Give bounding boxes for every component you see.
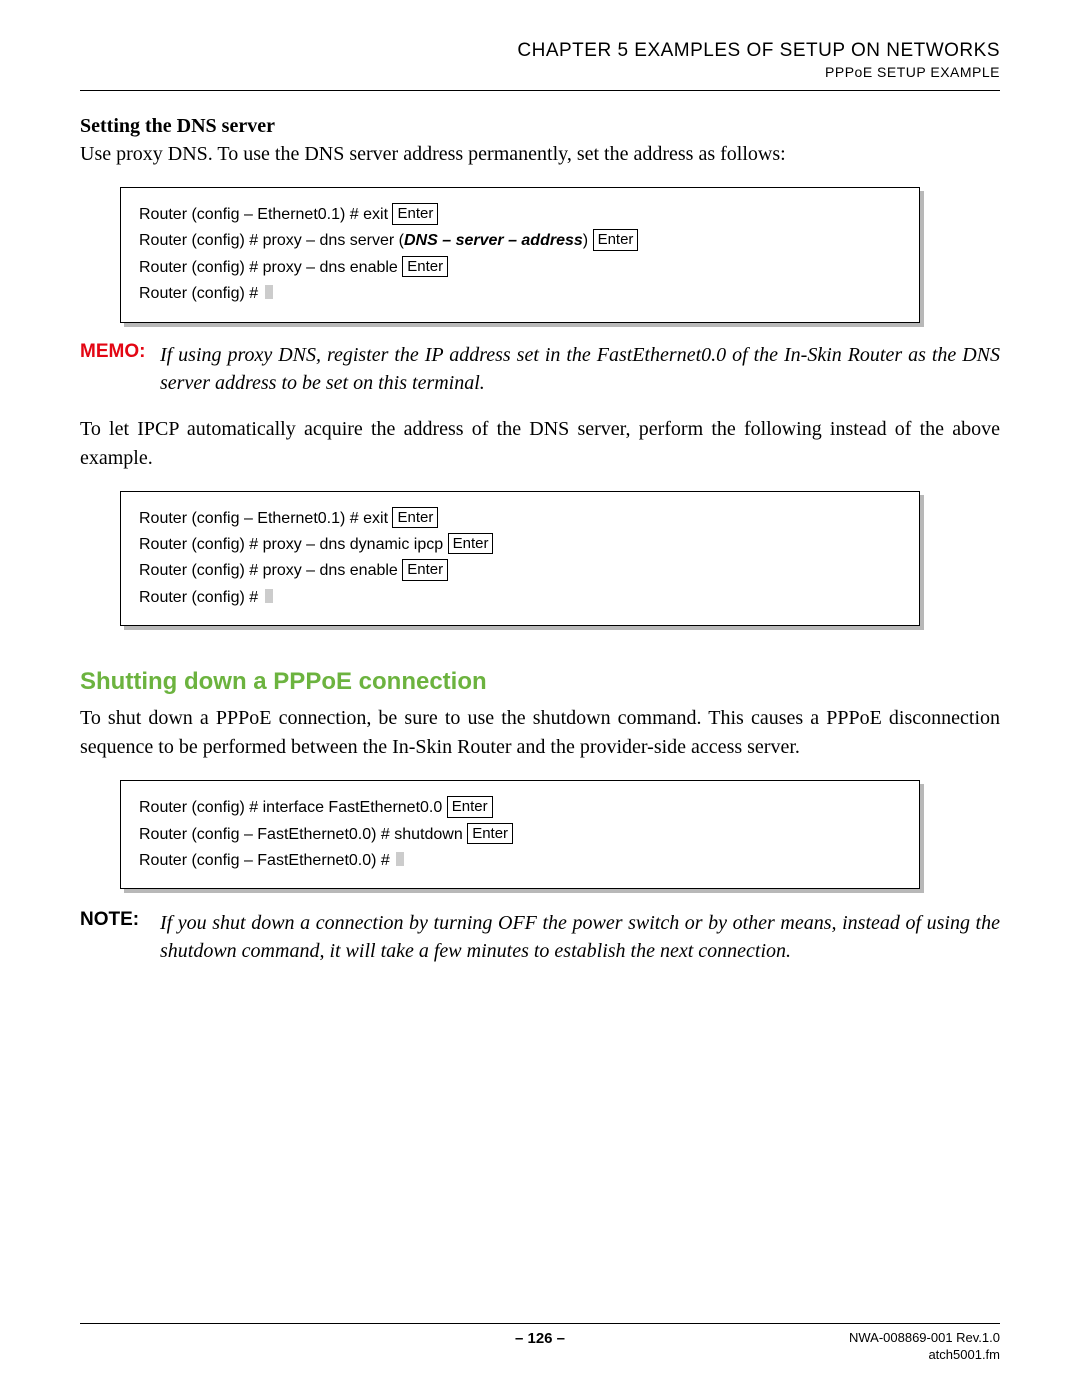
page-footer: – 126 – NWA-008869-001 Rev.1.0 atch5001.… (80, 1323, 1000, 1347)
chapter-title: CHAPTER 5 EXAMPLES OF SETUP ON NETWORKS (80, 40, 1000, 62)
code-content: Router (config) # interface FastEthernet… (120, 780, 920, 889)
code-text: Router (config) # proxy – dns dynamic ip… (139, 536, 448, 553)
cursor-icon (396, 852, 404, 866)
enter-key: Enter (593, 229, 639, 251)
paragraph-shutdown: To shut down a PPPoE connection, be sure… (80, 704, 1000, 762)
enter-key: Enter (402, 256, 448, 278)
doc-id: NWA-008869-001 Rev.1.0 (849, 1330, 1000, 1347)
enter-key: Enter (447, 796, 493, 818)
enter-key: Enter (448, 533, 494, 555)
code-text: Router (config) # interface FastEthernet… (139, 799, 447, 816)
code-block-1: Router (config – Ethernet0.1) # exit Ent… (120, 187, 920, 323)
code-line: Router (config) # proxy – dns enable Ent… (139, 558, 901, 584)
paragraph-ipcp: To let IPCP automatically acquire the ad… (80, 415, 1000, 473)
code-line: Router (config) # interface FastEthernet… (139, 795, 901, 821)
page-header: CHAPTER 5 EXAMPLES OF SETUP ON NETWORKS … (80, 40, 1000, 91)
code-param: DNS – server – address (404, 232, 583, 249)
code-text: Router (config – Ethernet0.1) # exit (139, 510, 392, 527)
page-number: – 126 – (515, 1330, 565, 1347)
code-line: Router (config) # proxy – dns enable Ent… (139, 255, 901, 281)
code-text: Router (config) # proxy – dns enable (139, 259, 402, 276)
section-heading-dns: Setting the DNS server (80, 115, 1000, 138)
code-text: Router (config) # proxy – dns server ( (139, 232, 404, 249)
enter-key: Enter (392, 507, 438, 529)
code-line: Router (config) # (139, 281, 901, 307)
footer-doc-info: NWA-008869-001 Rev.1.0 atch5001.fm (849, 1330, 1000, 1364)
code-line: Router (config) # proxy – dns server (DN… (139, 228, 901, 254)
code-line: Router (config – Ethernet0.1) # exit Ent… (139, 202, 901, 228)
code-block-2: Router (config – Ethernet0.1) # exit Ent… (120, 491, 920, 627)
code-line: Router (config) # proxy – dns dynamic ip… (139, 532, 901, 558)
code-line: Router (config – Ethernet0.1) # exit Ent… (139, 506, 901, 532)
note-block: NOTE: If you shut down a connection by t… (80, 909, 1000, 965)
memo-block: MEMO: If using proxy DNS, register the I… (80, 341, 1000, 397)
cursor-icon (265, 589, 273, 603)
code-text: Router (config) # (139, 285, 263, 302)
code-content: Router (config – Ethernet0.1) # exit Ent… (120, 491, 920, 627)
enter-key: Enter (402, 559, 448, 581)
section-intro-dns: Use proxy DNS. To use the DNS server add… (80, 140, 1000, 169)
note-label: NOTE: (80, 909, 160, 965)
code-text: Router (config – Ethernet0.1) # exit (139, 206, 392, 223)
code-content: Router (config – Ethernet0.1) # exit Ent… (120, 187, 920, 323)
memo-label: MEMO: (80, 341, 160, 397)
code-text: Router (config) # proxy – dns enable (139, 562, 402, 579)
code-line: Router (config – FastEthernet0.0) # shut… (139, 822, 901, 848)
code-text: Router (config) # (139, 589, 263, 606)
memo-text: If using proxy DNS, register the IP addr… (160, 341, 1000, 397)
section-heading-shutdown: Shutting down a PPPoE connection (80, 668, 1000, 696)
enter-key: Enter (467, 823, 513, 845)
cursor-icon (265, 285, 273, 299)
code-text: Router (config – FastEthernet0.0) # shut… (139, 826, 467, 843)
code-text: Router (config – FastEthernet0.0) # (139, 852, 394, 869)
enter-key: Enter (392, 203, 438, 225)
chapter-subtitle: PPPoE SETUP EXAMPLE (80, 64, 1000, 80)
doc-file: atch5001.fm (849, 1347, 1000, 1364)
document-page: CHAPTER 5 EXAMPLES OF SETUP ON NETWORKS … (0, 0, 1080, 1397)
code-block-3: Router (config) # interface FastEthernet… (120, 780, 920, 889)
code-line: Router (config – FastEthernet0.0) # (139, 848, 901, 874)
code-text: ) (583, 232, 593, 249)
code-line: Router (config) # (139, 585, 901, 611)
note-text: If you shut down a connection by turning… (160, 909, 1000, 965)
